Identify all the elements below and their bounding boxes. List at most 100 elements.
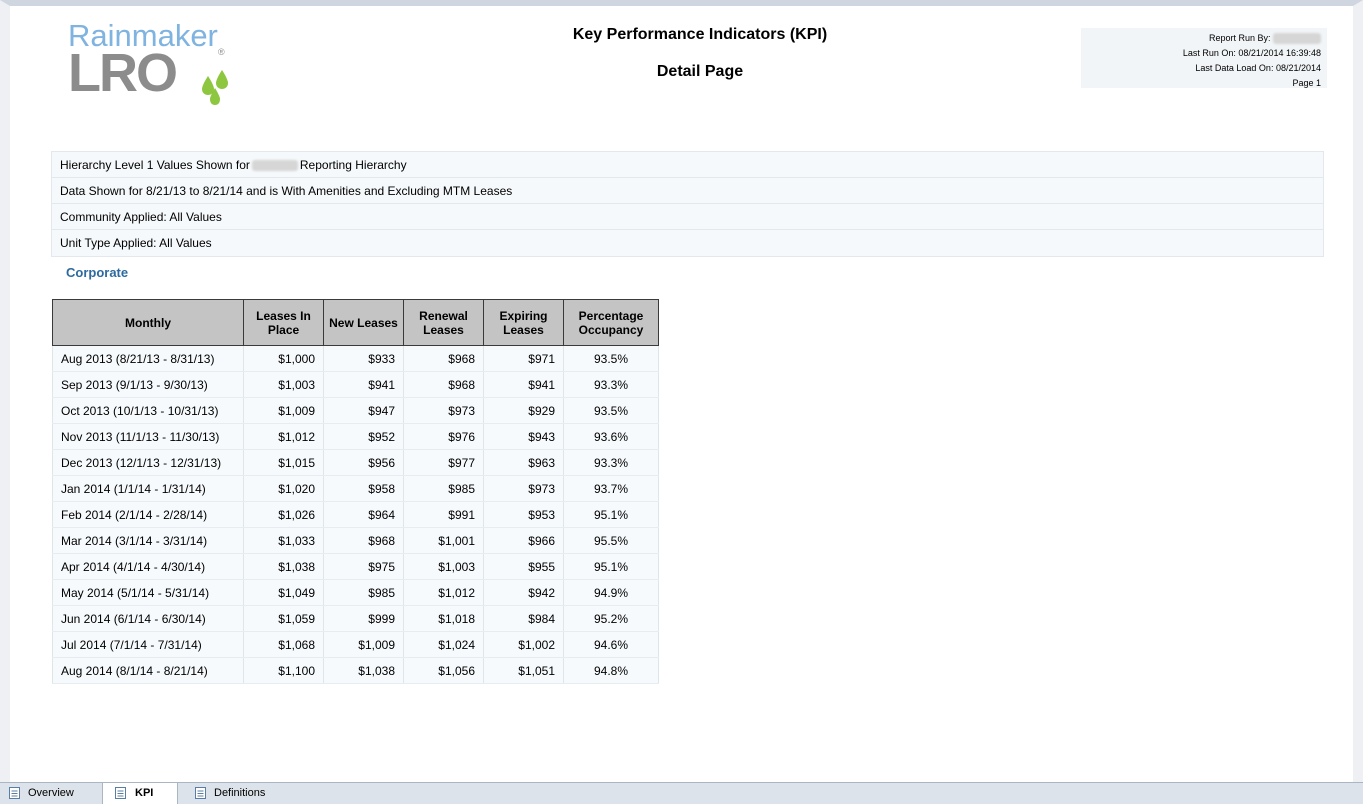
col-renewal-leases: Renewal Leases [403, 299, 484, 346]
table-cell: $1,049 [243, 579, 324, 606]
table-cell: Oct 2013 (10/1/13 - 10/31/13) [52, 397, 244, 424]
table-cell: 95.1% [563, 553, 659, 580]
table-cell: $942 [483, 579, 564, 606]
table-cell: Nov 2013 (11/1/13 - 11/30/13) [52, 423, 244, 450]
table-cell: Jul 2014 (7/1/14 - 7/31/14) [52, 631, 244, 658]
section-title: Corporate [66, 265, 129, 280]
table-cell: Dec 2013 (12/1/13 - 12/31/13) [52, 449, 244, 476]
report-subtitle: Detail Page [656, 63, 744, 80]
table-cell: $991 [403, 501, 484, 528]
table-cell: $984 [483, 605, 564, 632]
table-cell: $1,038 [243, 553, 324, 580]
tab-kpi-label: KPI [135, 787, 154, 799]
rainmaker-lro-logo: Rainmaker LRO ® [68, 20, 238, 105]
table-cell: $1,001 [403, 527, 484, 554]
table-row: Sep 2013 (9/1/13 - 9/30/13) $1,003 $941 $96… [52, 371, 659, 398]
table-cell: $956 [323, 449, 404, 476]
col-percentage-occupancy: Percentage Occupancy [563, 299, 659, 346]
table-cell: $1,056 [403, 657, 484, 684]
hierarchy-filter-row: Hierarchy Level 1 Values Shown for Report… [52, 152, 1323, 178]
table-cell: $977 [403, 449, 484, 476]
page-number: Page 1 [1292, 78, 1321, 88]
table-cell: $1,000 [243, 345, 324, 372]
table-cell: $1,059 [243, 605, 324, 632]
run-by-label: Report Run By: [1208, 33, 1271, 43]
table-cell: Jan 2014 (1/1/14 - 1/31/14) [52, 475, 244, 502]
table-cell: Jun 2014 (6/1/14 - 6/30/14) [52, 605, 244, 632]
table-cell: $968 [403, 345, 484, 372]
table-cell: $1,003 [403, 553, 484, 580]
col-leases-in-place: Leases In Place [243, 299, 324, 346]
table-body: Aug 2013 (8/21/13 - 8/31/13) $1,000 $933 $9… [52, 345, 659, 684]
tab-overview[interactable]: Overview [0, 783, 102, 804]
table-cell: 94.8% [563, 657, 659, 684]
table-cell: $955 [483, 553, 564, 580]
table-cell: Apr 2014 (4/1/14 - 4/30/14) [52, 553, 244, 580]
table-cell: $1,018 [403, 605, 484, 632]
table-cell: 95.5% [563, 527, 659, 554]
table-cell: $968 [403, 371, 484, 398]
table-cell: $929 [483, 397, 564, 424]
col-expiring-leases: Expiring Leases [483, 299, 564, 346]
table-cell: $958 [323, 475, 404, 502]
unit-type-filter-row: Unit Type Applied: All Values [60, 236, 212, 250]
table-cell: 95.2% [563, 605, 659, 632]
last-run-line: Last Run On: 08/21/2014 16:39:48 [1182, 48, 1321, 58]
table-row: Feb 2014 (2/1/14 - 2/28/14) $1,026 $964 $99… [52, 501, 659, 528]
table-row: May 2014 (5/1/14 - 5/31/14) $1,049 $985 $1,… [52, 579, 659, 606]
redacted-user [1273, 33, 1321, 45]
report-title: Key Performance Indicators (KPI) [572, 26, 828, 43]
table-row: Nov 2013 (11/1/13 - 11/30/13) $1,012 $952 $… [52, 423, 659, 450]
document-icon [195, 787, 206, 799]
water-drops-icon [202, 70, 228, 105]
table-cell: 93.3% [563, 371, 659, 398]
table-row: Jul 2014 (7/1/14 - 7/31/14) $1,068 $1,009 $… [52, 631, 659, 658]
table-cell: 94.6% [563, 631, 659, 658]
table-cell: $941 [483, 371, 564, 398]
filter-summary: Hierarchy Level 1 Values Shown for Report… [51, 151, 1324, 257]
tab-definitions-label: Definitions [214, 787, 266, 799]
table-cell: 93.7% [563, 475, 659, 502]
table-cell: $971 [483, 345, 564, 372]
table-cell: 93.6% [563, 423, 659, 450]
table-cell: 94.9% [563, 579, 659, 606]
table-row: Dec 2013 (12/1/13 - 12/31/13) $1,015 $956 $… [52, 449, 659, 476]
table-cell: $1,051 [483, 657, 564, 684]
table-cell: May 2014 (5/1/14 - 5/31/14) [52, 579, 244, 606]
table-row: Oct 2013 (10/1/13 - 10/31/13) $1,009 $947 $… [52, 397, 659, 424]
tab-kpi[interactable]: KPI [102, 783, 178, 804]
table-cell: $943 [483, 423, 564, 450]
table-cell: Aug 2014 (8/1/14 - 8/21/14) [52, 657, 244, 684]
table-cell: $973 [483, 475, 564, 502]
document-icon [115, 787, 126, 799]
table-cell: $966 [483, 527, 564, 554]
run-info-box: Report Run By: Last Run On: 08/21/2014 1… [1081, 28, 1327, 88]
col-new-leases: New Leases [323, 299, 404, 346]
table-cell: 93.5% [563, 345, 659, 372]
table-cell: $953 [483, 501, 564, 528]
table-cell: $933 [323, 345, 404, 372]
table-cell: $968 [323, 527, 404, 554]
table-cell: $985 [323, 579, 404, 606]
table-cell: $1,033 [243, 527, 324, 554]
logo-registered-mark: ® [218, 47, 225, 57]
table-cell: Mar 2014 (3/1/14 - 3/31/14) [52, 527, 244, 554]
table-cell: $963 [483, 449, 564, 476]
table-cell: $1,020 [243, 475, 324, 502]
table-cell: $1,003 [243, 371, 324, 398]
tab-definitions[interactable]: Definitions [186, 783, 286, 804]
table-cell: $1,009 [323, 631, 404, 658]
table-cell: $941 [323, 371, 404, 398]
last-load-line: Last Data Load On: 08/21/2014 [1195, 63, 1321, 73]
table-cell: $976 [403, 423, 484, 450]
date-filter-row: Data Shown for 8/21/13 to 8/21/14 and is… [52, 178, 1323, 204]
table-cell: 95.1% [563, 501, 659, 528]
table-row: Apr 2014 (4/1/14 - 4/30/14) $1,038 $975 $1,… [52, 553, 659, 580]
table-cell: 93.5% [563, 397, 659, 424]
table-cell: $1,002 [483, 631, 564, 658]
table-cell: $1,026 [243, 501, 324, 528]
table-header-row: Monthly Leases In Place New Leases Renew… [52, 299, 659, 346]
table-cell: $1,068 [243, 631, 324, 658]
table-cell: $964 [323, 501, 404, 528]
table-cell: $947 [323, 397, 404, 424]
